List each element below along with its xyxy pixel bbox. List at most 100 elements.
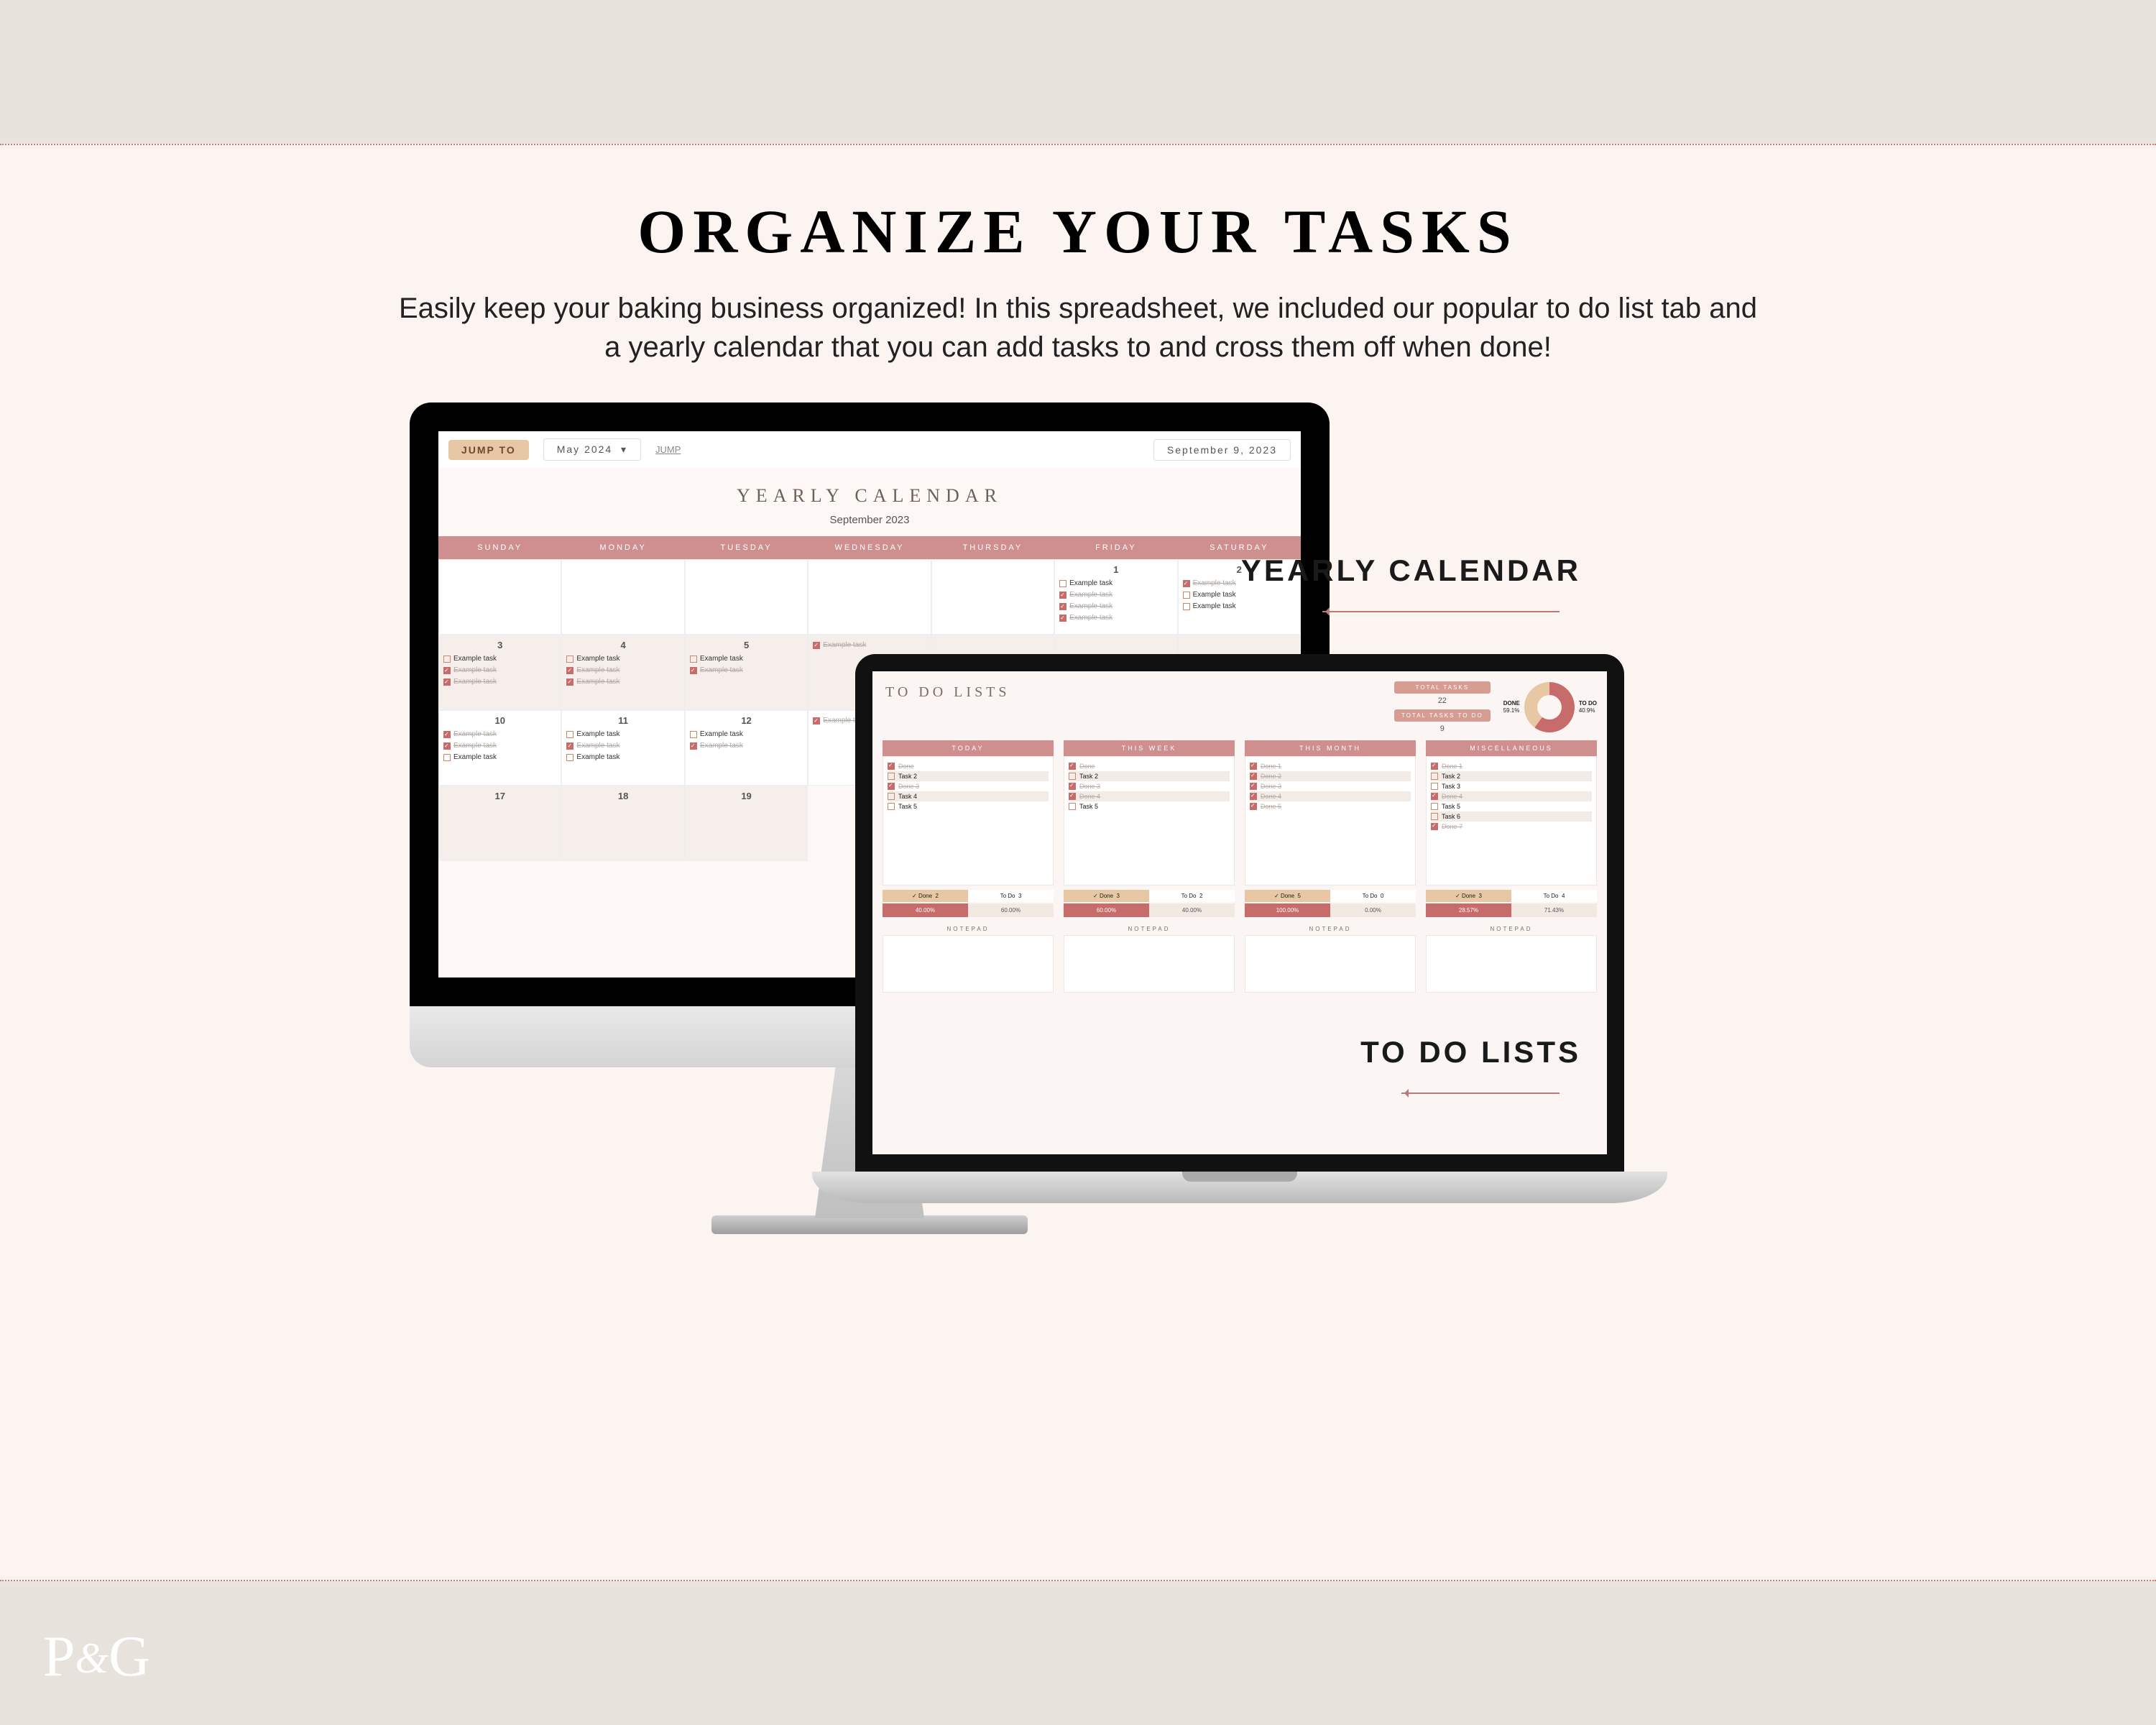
checkbox-icon[interactable] — [443, 656, 451, 663]
notepad-body[interactable] — [1245, 935, 1416, 993]
checkbox-icon[interactable] — [690, 656, 697, 663]
checkbox-icon[interactable] — [690, 731, 697, 738]
checkbox-icon[interactable] — [443, 678, 451, 686]
calendar-task[interactable]: Example task — [690, 729, 803, 740]
notepad-body[interactable] — [1064, 935, 1235, 993]
checkbox-icon[interactable] — [1059, 580, 1067, 587]
checkbox-icon[interactable] — [1059, 603, 1067, 610]
checkbox-icon[interactable] — [1431, 803, 1438, 810]
checkbox-icon[interactable] — [443, 667, 451, 674]
calendar-task[interactable]: Example task — [1183, 589, 1296, 601]
calendar-task[interactable]: Example task — [443, 740, 556, 752]
calendar-cell[interactable] — [685, 559, 808, 635]
checkbox-icon[interactable] — [1431, 823, 1438, 830]
calendar-cell[interactable]: 18 — [561, 786, 684, 861]
calendar-cell[interactable]: 4Example taskExample taskExample task — [561, 635, 684, 710]
todo-item[interactable]: Done 1 — [1431, 761, 1592, 771]
checkbox-icon[interactable] — [888, 793, 895, 800]
todo-item[interactable]: Done 4 — [1250, 791, 1411, 801]
checkbox-icon[interactable] — [1250, 773, 1257, 780]
checkbox-icon[interactable] — [566, 656, 573, 663]
calendar-cell[interactable] — [931, 559, 1054, 635]
checkbox-icon[interactable] — [1431, 793, 1438, 800]
checkbox-icon[interactable] — [1250, 803, 1257, 810]
checkbox-icon[interactable] — [1069, 763, 1076, 770]
jump-link[interactable]: JUMP — [655, 444, 681, 455]
calendar-task[interactable]: Example task — [566, 740, 679, 752]
todo-item[interactable]: Done — [1069, 761, 1230, 771]
checkbox-icon[interactable] — [888, 783, 895, 790]
calendar-task[interactable]: Example task — [690, 653, 803, 665]
calendar-task[interactable]: Example task — [690, 740, 803, 752]
todo-item[interactable]: Done 1 — [1250, 761, 1411, 771]
calendar-task[interactable]: Example task — [443, 676, 556, 688]
checkbox-icon[interactable] — [1431, 783, 1438, 790]
checkbox-icon[interactable] — [888, 803, 895, 810]
notepad-body[interactable] — [883, 935, 1054, 993]
checkbox-icon[interactable] — [1431, 773, 1438, 780]
todo-item[interactable]: Done 3 — [888, 781, 1049, 791]
todo-item[interactable]: Task 3 — [1431, 781, 1592, 791]
checkbox-icon[interactable] — [690, 742, 697, 750]
checkbox-icon[interactable] — [888, 763, 895, 770]
calendar-cell[interactable]: 17 — [438, 786, 561, 861]
calendar-task[interactable]: Example task — [1059, 589, 1172, 601]
jump-month-select[interactable]: May 2024 ▾ — [543, 438, 641, 461]
notepad-body[interactable] — [1426, 935, 1597, 993]
todo-item[interactable]: Done 5 — [1250, 801, 1411, 811]
calendar-cell[interactable] — [808, 559, 931, 635]
calendar-task[interactable]: Example task — [1059, 601, 1172, 612]
checkbox-icon[interactable] — [443, 731, 451, 738]
calendar-cell[interactable]: 12Example taskExample task — [685, 710, 808, 786]
checkbox-icon[interactable] — [1069, 803, 1076, 810]
checkbox-icon[interactable] — [1183, 603, 1190, 610]
checkbox-icon[interactable] — [1059, 615, 1067, 622]
calendar-task[interactable]: Example task — [566, 676, 679, 688]
checkbox-icon[interactable] — [1250, 793, 1257, 800]
checkbox-icon[interactable] — [1183, 592, 1190, 599]
calendar-task[interactable]: Example task — [443, 729, 556, 740]
checkbox-icon[interactable] — [813, 642, 820, 649]
todo-item[interactable]: Task 5 — [888, 801, 1049, 811]
calendar-cell[interactable]: 3Example taskExample taskExample task — [438, 635, 561, 710]
checkbox-icon[interactable] — [1183, 580, 1190, 587]
checkbox-icon[interactable] — [566, 667, 573, 674]
todo-item[interactable]: Task 4 — [888, 791, 1049, 801]
checkbox-icon[interactable] — [566, 678, 573, 686]
checkbox-icon[interactable] — [1250, 783, 1257, 790]
calendar-task[interactable]: Example task — [443, 665, 556, 676]
calendar-task[interactable]: Example task — [443, 653, 556, 665]
checkbox-icon[interactable] — [813, 717, 820, 724]
checkbox-icon[interactable] — [566, 731, 573, 738]
calendar-task[interactable]: Example task — [1059, 578, 1172, 589]
todo-item[interactable]: Done 4 — [1069, 791, 1230, 801]
calendar-task[interactable]: Example task — [1059, 612, 1172, 624]
todo-item[interactable]: Task 2 — [888, 771, 1049, 781]
todo-item[interactable]: Done — [888, 761, 1049, 771]
calendar-task[interactable]: Example task — [566, 653, 679, 665]
checkbox-icon[interactable] — [1069, 783, 1076, 790]
calendar-cell[interactable]: 5Example taskExample task — [685, 635, 808, 710]
todo-item[interactable]: Done 7 — [1431, 822, 1592, 832]
jump-to-button[interactable]: JUMP TO — [448, 440, 529, 460]
todo-item[interactable]: Task 5 — [1431, 801, 1592, 811]
todo-item[interactable]: Done 3 — [1069, 781, 1230, 791]
calendar-cell[interactable]: 19 — [685, 786, 808, 861]
calendar-task[interactable]: Example task — [566, 752, 679, 763]
checkbox-icon[interactable] — [888, 773, 895, 780]
checkbox-icon[interactable] — [1069, 793, 1076, 800]
checkbox-icon[interactable] — [1431, 813, 1438, 820]
checkbox-icon[interactable] — [566, 754, 573, 761]
todo-item[interactable]: Done 4 — [1431, 791, 1592, 801]
todo-item[interactable]: Done 3 — [1250, 781, 1411, 791]
checkbox-icon[interactable] — [443, 754, 451, 761]
checkbox-icon[interactable] — [690, 667, 697, 674]
calendar-task[interactable]: Example task — [690, 665, 803, 676]
todo-item[interactable]: Task 2 — [1069, 771, 1230, 781]
checkbox-icon[interactable] — [443, 742, 451, 750]
calendar-task[interactable]: Example task — [566, 729, 679, 740]
calendar-cell[interactable]: 10Example taskExample taskExample task — [438, 710, 561, 786]
checkbox-icon[interactable] — [1431, 763, 1438, 770]
todo-item[interactable]: Task 6 — [1431, 811, 1592, 822]
checkbox-icon[interactable] — [1250, 763, 1257, 770]
